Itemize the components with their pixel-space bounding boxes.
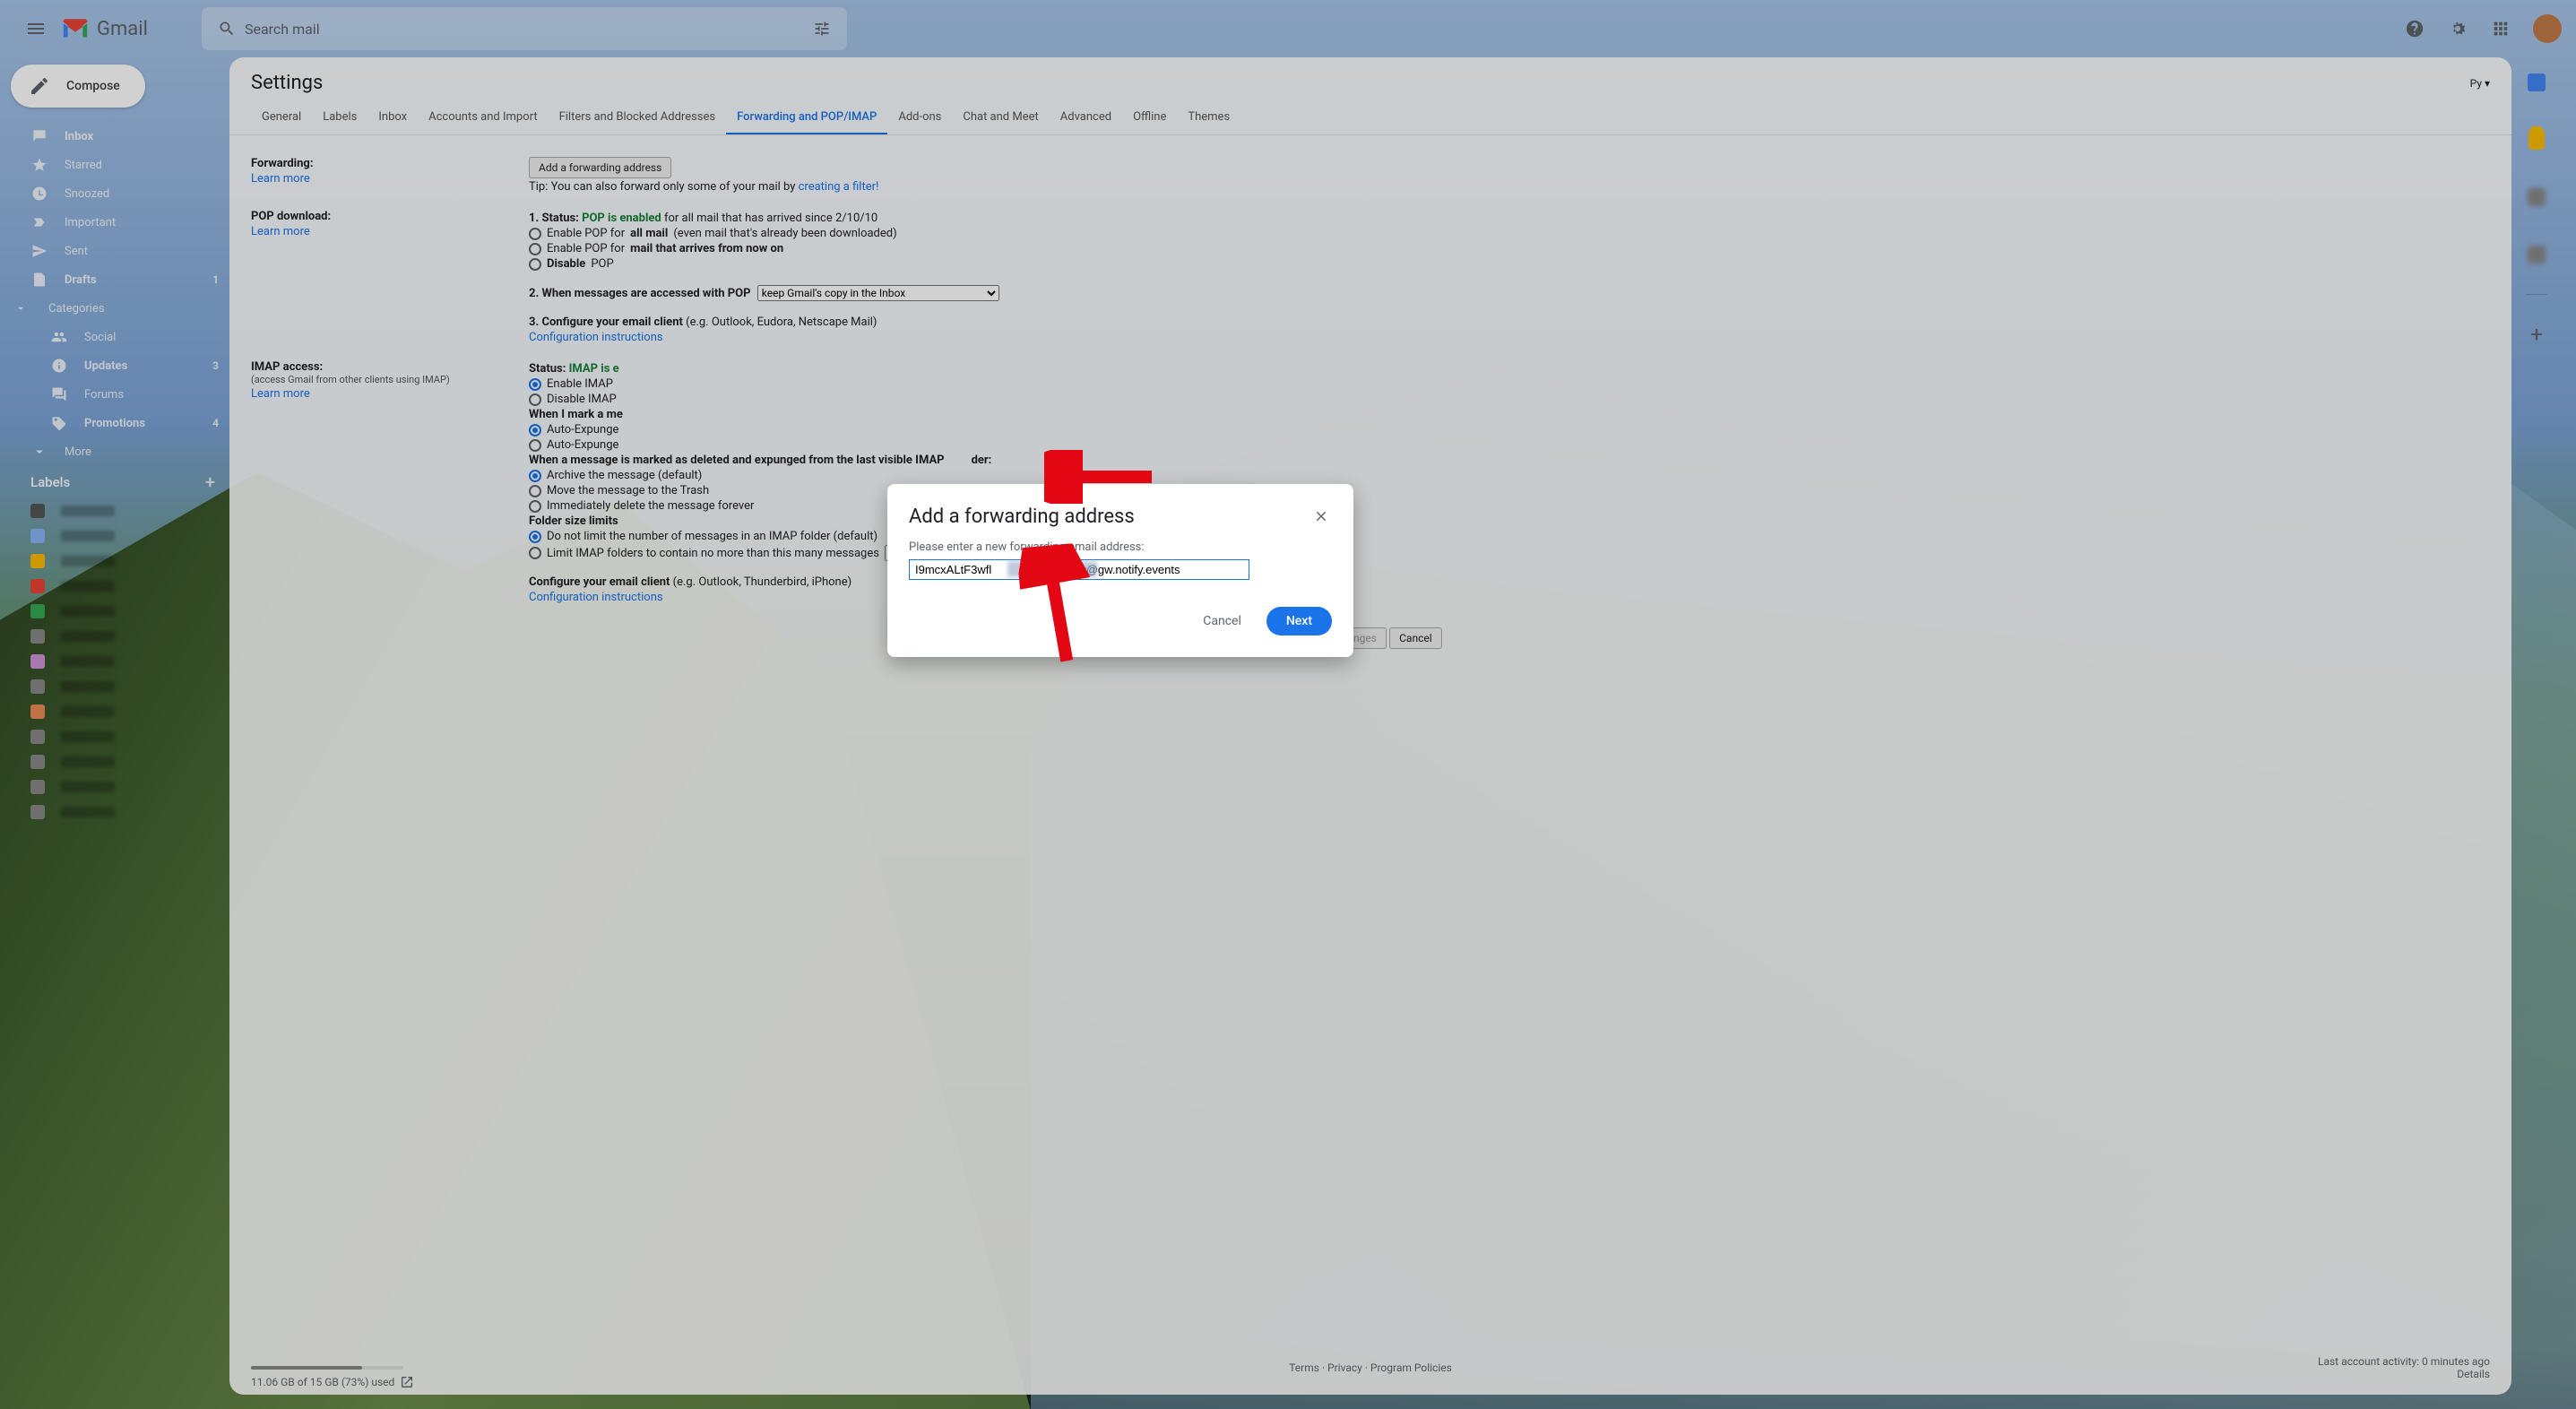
forwarding-email-input[interactable] [909,559,1249,580]
modal-overlay[interactable] [0,0,2576,1409]
dialog-next-button[interactable]: Next [1266,607,1332,635]
dialog-close-button[interactable] [1310,506,1332,527]
dialog-subtitle: Please enter a new forwarding email addr… [909,540,1332,554]
dialog-cancel-button[interactable]: Cancel [1192,607,1252,635]
forwarding-dialog: Add a forwarding address Please enter a … [887,484,1353,657]
dialog-title: Add a forwarding address [909,506,1135,528]
